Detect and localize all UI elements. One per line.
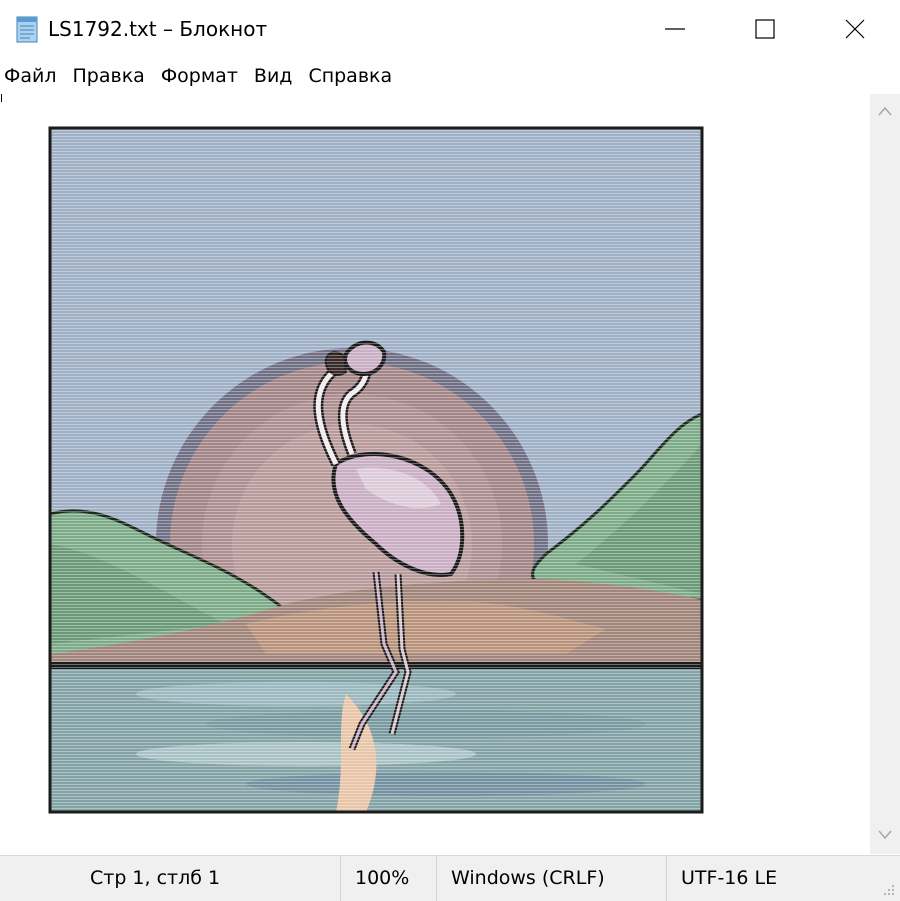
chevron-down-icon xyxy=(878,830,892,840)
ascii-art-flamingo xyxy=(48,126,704,814)
close-button[interactable] xyxy=(810,0,900,58)
maximize-button[interactable] xyxy=(720,0,810,58)
minimize-icon xyxy=(665,28,685,30)
resize-grip-icon[interactable] xyxy=(882,883,896,897)
text-editor[interactable] xyxy=(0,94,870,854)
vertical-scrollbar[interactable] xyxy=(870,94,900,854)
minimize-button[interactable] xyxy=(630,0,720,58)
zoom-level: 100% xyxy=(340,856,436,901)
scroll-up-button[interactable] xyxy=(870,94,900,130)
close-icon xyxy=(845,19,865,39)
menu-bar: Файл Правка Формат Вид Справка xyxy=(0,58,900,94)
title-bar: LS1792.txt – Блокнот xyxy=(0,0,900,58)
line-endings: Windows (CRLF) xyxy=(436,856,666,901)
menu-file[interactable]: Файл xyxy=(0,58,66,94)
scroll-down-button[interactable] xyxy=(870,818,900,854)
encoding: UTF-16 LE xyxy=(666,856,870,901)
menu-edit[interactable]: Правка xyxy=(66,58,154,94)
menu-format[interactable]: Формат xyxy=(154,58,247,94)
cursor-position: Стр 1, стлб 1 xyxy=(90,867,221,889)
maximize-icon xyxy=(755,19,775,39)
window-title: LS1792.txt – Блокнот xyxy=(48,17,268,41)
menu-help[interactable]: Справка xyxy=(301,58,401,94)
notepad-icon xyxy=(16,16,38,43)
text-caret xyxy=(1,94,2,102)
menu-view[interactable]: Вид xyxy=(247,58,302,94)
chevron-up-icon xyxy=(878,106,892,116)
status-bar: Стр 1, стлб 1 100% Windows (CRLF) UTF-16… xyxy=(0,855,900,901)
